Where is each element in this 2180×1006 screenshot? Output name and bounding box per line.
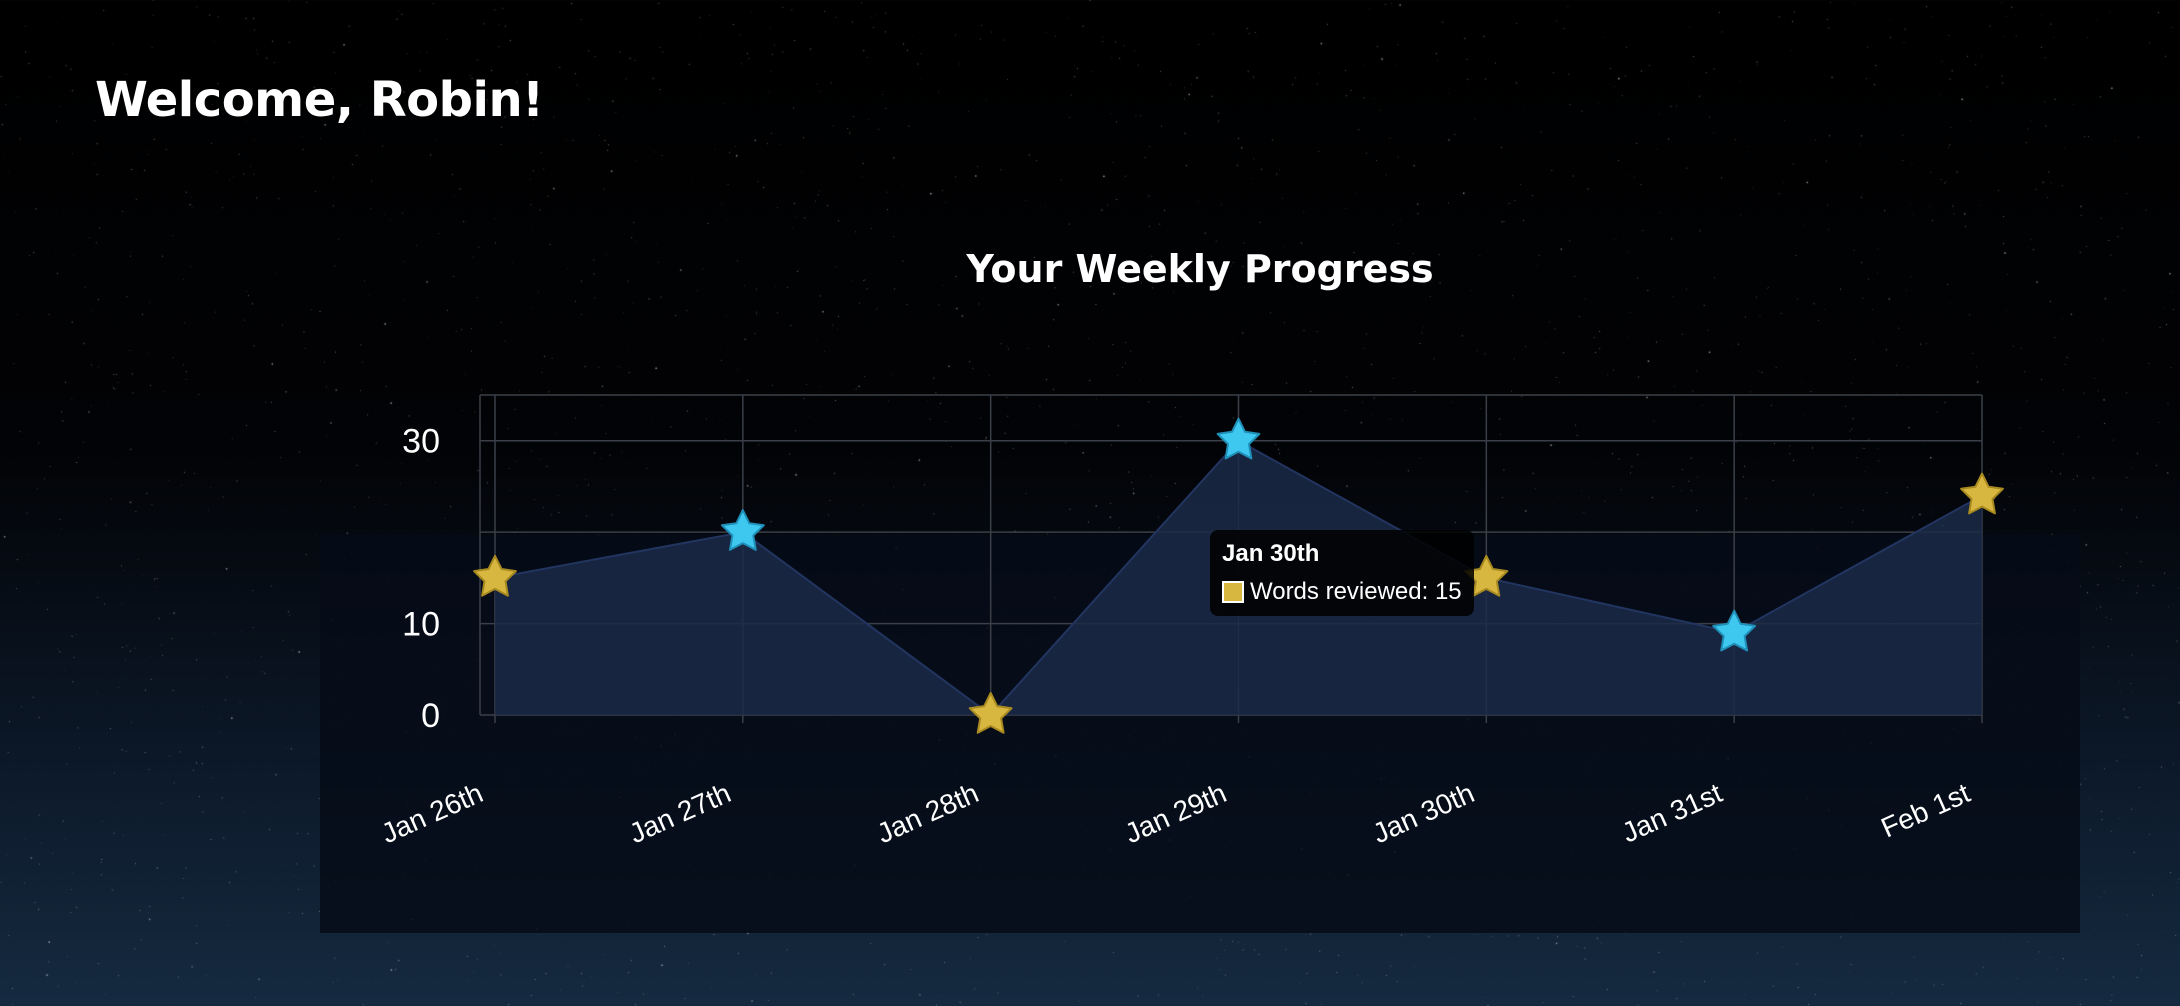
x-axis-ticks: Jan 26th Jan 27th Jan 28th Jan 29th Jan 30th… [377,777,1975,849]
x-tick-label: Jan 30th [1368,777,1479,849]
x-tick-label: Jan 28th [872,777,983,849]
tooltip-title: Jan 30th [1222,540,1320,567]
x-tick-label: Jan 27th [625,777,736,849]
x-tick-label: Jan 29th [1120,777,1231,849]
y-tick-label: 0 [421,697,440,735]
x-tick-label: Jan 31st [1617,777,1727,848]
y-tick-label: 10 [402,606,440,644]
tooltip-label: Words reviewed: 15 [1250,578,1462,605]
y-axis-ticks: 0 10 30 [402,423,440,735]
tooltip-swatch [1222,581,1244,603]
y-tick-label: 30 [402,423,440,461]
weekly-progress-chart: 01030 Jan 26th Jan 27th Jan 28th Jan 29th Ja… [377,394,2004,849]
x-tick-label: Feb 1st [1877,777,1975,843]
x-tick-label: Jan 26th [377,777,488,849]
tooltip-row: Words reviewed: 15 [1222,578,1462,606]
chart-tooltip: Jan 30th Words reviewed: 15 [1210,530,1474,616]
